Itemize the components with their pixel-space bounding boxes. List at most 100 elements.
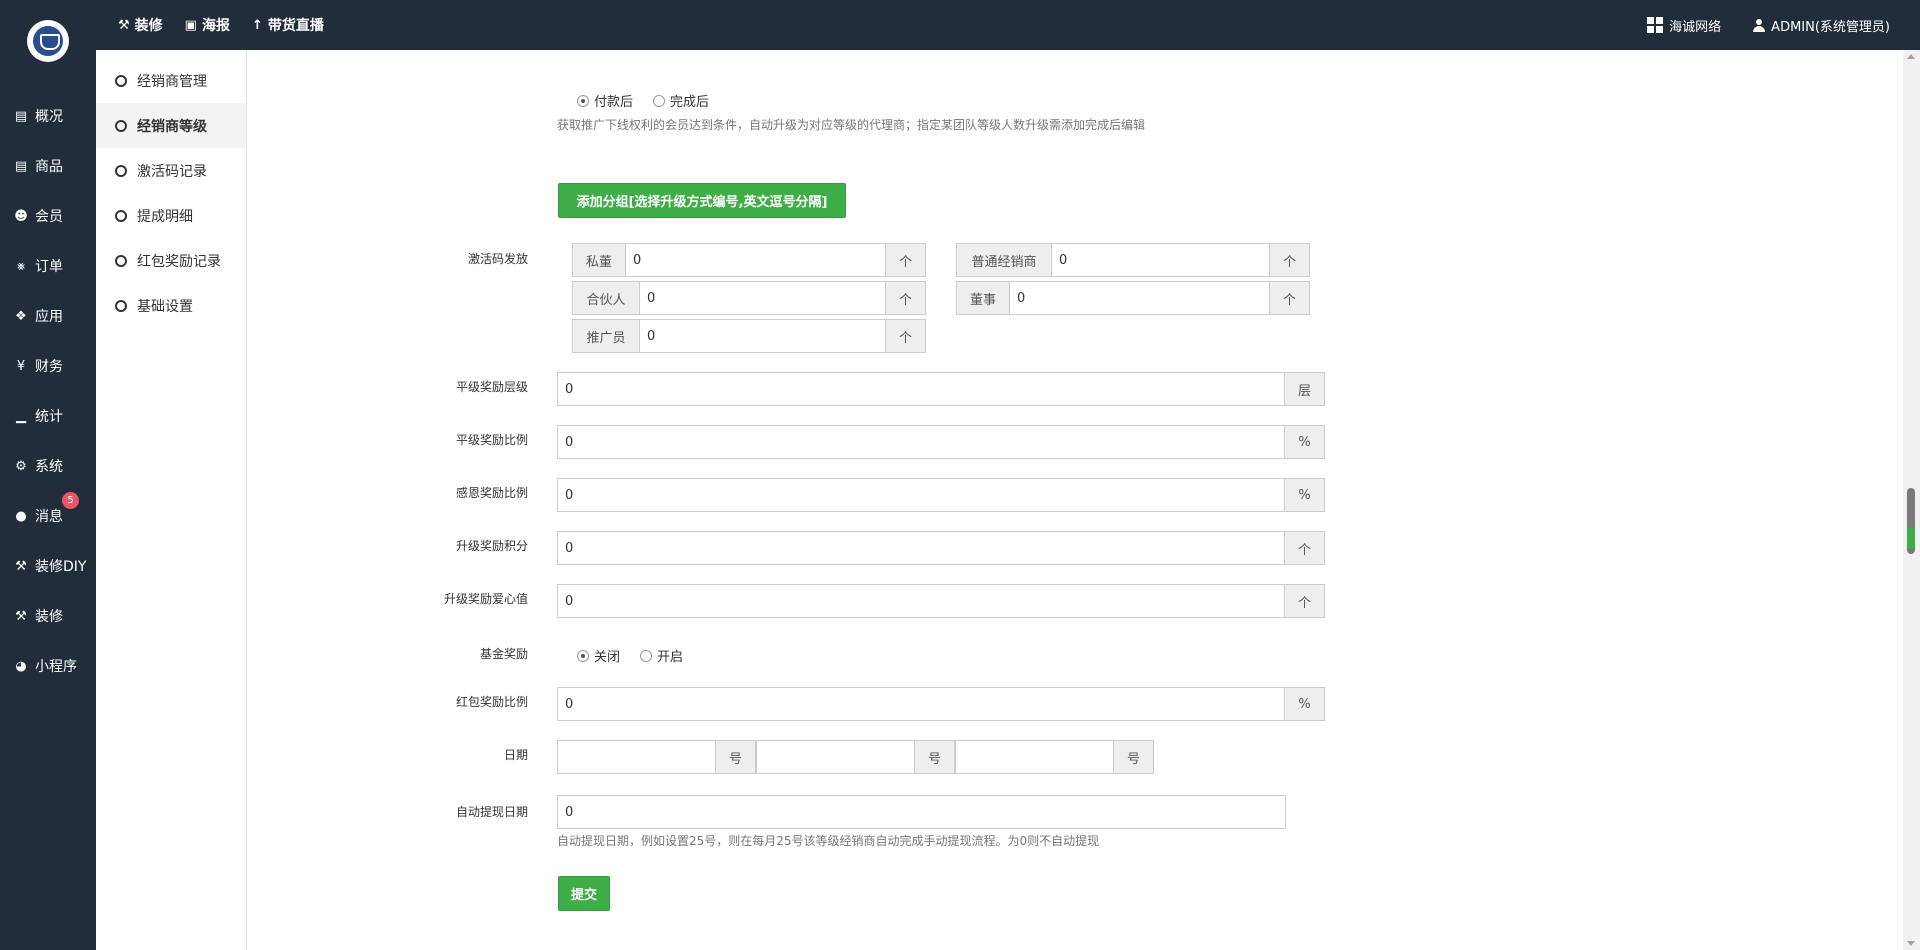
main-nav-item[interactable]: ¥ 财务 [0,341,96,391]
main-nav-label: 财务 [35,359,63,375]
main-nav-label: 统计 [35,409,63,425]
main-nav-item[interactable]: ▤ 概况 [0,91,96,141]
activation-group-partner: 合伙人 个 [572,281,926,315]
upgrade-points-group: 个 [557,531,1325,565]
page-scrollbar[interactable] [1903,50,1920,950]
top-nav-label: 带货直播 [267,18,324,34]
auto-withdraw-group [557,795,1286,829]
box-icon: ▤ [14,158,28,174]
activation-director-input[interactable] [1009,281,1270,315]
sub-nav-item[interactable]: 激活码记录 [96,148,246,193]
radio-label: 完成后 [670,95,710,110]
top-nav-label: 装修 [134,18,163,34]
main-sidebar: ▤ 概况 ▤ 商品 ☻ 会员 ⨳ 订单 ❖ 应用 ¥ 财务 ▁ 统计 ⚙ 系统 ● 消息 5 ⚒ 装修DIY ⚒ 装修 ◕ 小程… [0,50,96,950]
unit-addon: 个 [1285,584,1325,618]
main-nav-item[interactable]: ❖ 应用 [0,291,96,341]
box-icon: ▤ [14,108,28,124]
unit-addon: % [1285,478,1325,512]
sub-nav-item[interactable]: 提成明细 [96,193,246,238]
upgrade-love-input[interactable] [557,584,1285,618]
cubes-icon: ❖ [15,308,27,324]
top-nav-live[interactable]: ↑ 带货直播 [252,15,324,35]
date-group-1: 号 [557,740,756,774]
radio-dot[interactable] [653,94,666,107]
form-content: 付款后 完成后 获取推广下线权利的会员达到条件，自动升级为对应等级的代理商；指定… [248,50,1902,950]
top-nav-label: 海报 [201,18,230,34]
radio-dot[interactable] [577,649,589,662]
radio-after-complete[interactable]: 完成后 [653,91,709,110]
unit-addon: 层 [1285,372,1325,406]
main-nav-item[interactable]: ⚒ 装修DIY [0,541,96,591]
gratitude-ratio-input[interactable] [557,478,1285,512]
main-nav-item[interactable]: ⨳ 订单 [0,241,96,291]
user-menu[interactable]: ADMIN(系统管理员) [1753,16,1890,35]
upgrade-love-group: 个 [557,584,1325,618]
main-nav-label: 消息 [35,509,63,525]
main-nav-label: 系统 [35,459,63,475]
upgrade-points-input[interactable] [557,531,1285,565]
sub-nav-item[interactable]: 基础设置 [96,283,246,328]
radio-label: 付款后 [594,95,634,110]
date-input-2[interactable] [756,740,915,774]
scroll-down-icon[interactable] [1907,941,1915,946]
top-nav: ⚒ 装修 ▣ 海报 ↑ 带货直播 [118,0,324,50]
date-input-3[interactable] [955,740,1114,774]
main-nav-item[interactable]: ◕ 小程序 [0,641,96,691]
scroll-up-icon[interactable] [1907,54,1915,59]
peer-ratio-input[interactable] [557,425,1285,459]
gratitude-ratio-group: % [557,478,1325,512]
sub-nav-item[interactable]: 经销商管理 [96,58,246,103]
auto-withdraw-help: 自动提现日期，例如设置25号，则在每月25号该等级经销商自动完成手动提现流程。为… [557,834,1100,848]
activation-promoter-input[interactable] [639,319,886,353]
logo[interactable] [27,20,69,62]
field-name: 董事 [956,281,1009,315]
radio-fund-off[interactable]: 关闭 [577,646,620,665]
sub-sidebar: 经销商管理经销商等级激活码记录 提成明细 红包奖励记录 基础设置 [96,50,247,950]
redpacket-ratio-group: % [557,687,1325,721]
activation-group-dealer: 普通经销商 个 [956,243,1310,277]
peer-levels-input[interactable] [557,372,1285,406]
scrollbar-marker [1907,527,1915,549]
top-right: 海诚网络 ADMIN(系统管理员) [1647,0,1890,50]
main-nav-item[interactable]: ▁ 统计 [0,391,96,441]
radio-dot[interactable] [640,649,653,662]
main-nav-item[interactable]: ☻ 会员 [0,191,96,241]
main-nav-item[interactable]: ▤ 商品 [0,141,96,191]
radio-fund-on[interactable]: 开启 [640,646,683,665]
main-nav-item[interactable]: ● 消息 5 [0,491,96,541]
upgrade-love-label: 升级奖励爱心值 [443,592,528,606]
redpacket-ratio-input[interactable] [557,687,1285,721]
unit-addon: 个 [886,243,926,277]
top-nav-decoration[interactable]: ⚒ 装修 [118,15,163,35]
add-group-button[interactable]: 添加分组[选择升级方式编号,英文逗号分隔] [558,183,846,218]
peer-levels-label: 平级奖励层级 [455,380,528,394]
activation-partner-input[interactable] [639,281,886,315]
radio-after-payment[interactable]: 付款后 [577,91,633,110]
user-icon [1753,18,1766,32]
brand-link[interactable]: 海诚网络 [1647,16,1721,35]
circle-icon [115,119,127,132]
radio-label: 关闭 [594,650,621,665]
activation-dealer-input[interactable] [1051,243,1270,277]
top-nav-poster[interactable]: ▣ 海报 [185,15,230,35]
main-nav-item[interactable]: ⚙ 系统 [0,441,96,491]
unit-addon: 个 [1270,243,1310,277]
submit-button[interactable]: 提交 [558,876,610,911]
unit-addon: % [1285,425,1325,459]
sub-nav-item[interactable]: 经销商等级 [96,103,246,148]
sub-nav-item[interactable]: 红包奖励记录 [96,238,246,283]
auto-withdraw-input[interactable] [557,795,1286,829]
unit-addon: 个 [886,319,926,353]
main-nav-label: 应用 [35,309,63,325]
sub-nav-label: 经销商等级 [137,118,207,135]
radio-dot[interactable] [577,94,589,107]
activation-sidong-input[interactable] [625,243,886,277]
hammer-icon: ⚒ [15,558,27,574]
logo-icon [33,26,63,56]
user-label: ADMIN(系统管理员) [1771,19,1890,35]
main-nav-item[interactable]: ⚒ 装修 [0,591,96,641]
hammer-icon: ⚒ [15,608,27,624]
upgrade-timing-radios: 付款后 完成后 [577,91,709,110]
yen-icon: ¥ [16,358,26,374]
date-input-1[interactable] [557,740,716,774]
